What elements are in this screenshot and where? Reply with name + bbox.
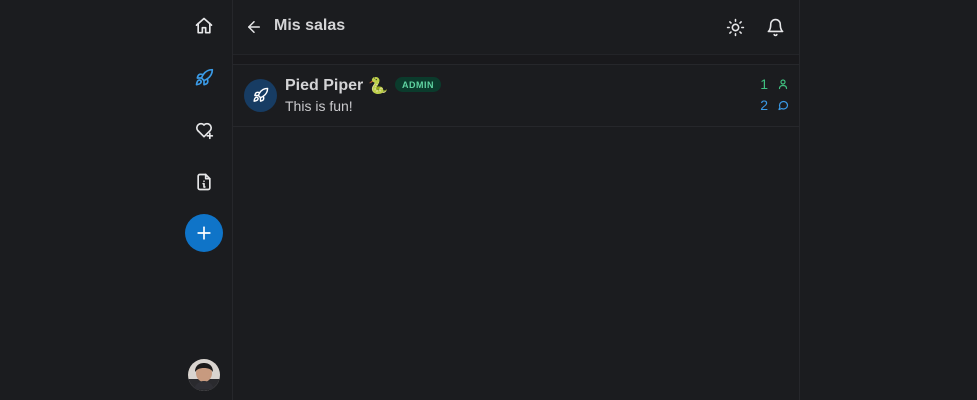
user-avatar[interactable] [188,359,220,391]
home-icon [195,17,213,34]
member-count: 1 [760,76,789,92]
app: Mis salas Pied Piper 🐍 ADMIN This is fun… [0,0,977,400]
user-icon [778,79,788,90]
create-room-button[interactable] [185,214,223,252]
rocket-icon [195,68,214,86]
arrow-left-icon [248,21,260,33]
room-subtitle: This is fun! [285,98,353,114]
nav-home[interactable] [184,6,224,46]
heart-plus-icon [196,122,214,140]
room-list-item[interactable]: Pied Piper 🐍 ADMIN This is fun! 1 2 [233,65,799,127]
back-button[interactable] [243,16,265,38]
header-divider [233,55,799,65]
sidebar-rail [176,0,233,400]
room-avatar [244,79,277,112]
sun-icon [726,18,744,36]
bell-icon [767,18,783,36]
message-count-value: 2 [760,97,768,113]
notifications-button[interactable] [763,15,787,39]
main-panel: Mis salas Pied Piper 🐍 ADMIN This is fun… [233,0,800,400]
room-name-text: Pied Piper [285,77,364,94]
nav-favorites[interactable] [184,110,224,150]
document-info-icon [197,173,211,191]
room-name: Pied Piper 🐍 [285,76,388,96]
theme-toggle-button[interactable] [723,15,747,39]
page-title: Mis salas [274,17,346,34]
message-count: 2 [760,97,789,113]
member-count-value: 1 [760,76,768,92]
admin-badge: ADMIN [395,77,441,92]
page-header: Mis salas [233,0,799,55]
rocket-icon [253,87,269,102]
nav-rooms[interactable] [184,58,224,98]
room-emoji: 🐍 [368,78,389,95]
plus-icon [197,226,211,240]
chat-bubble-icon [778,100,789,111]
right-background [800,0,977,400]
nav-info[interactable] [184,162,224,202]
